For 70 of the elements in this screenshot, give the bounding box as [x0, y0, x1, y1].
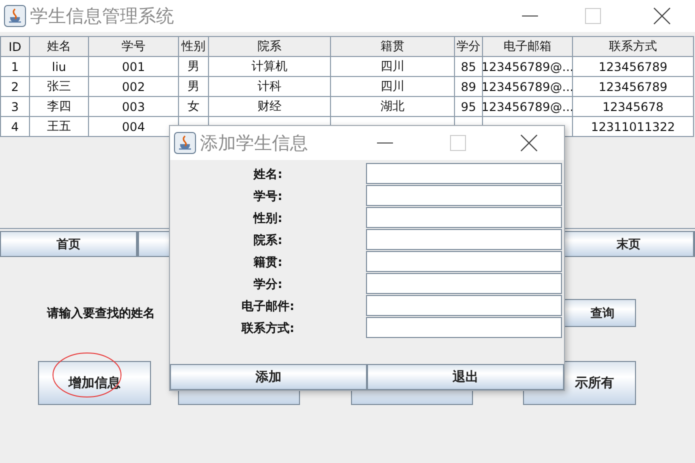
table-cell: 四川 [331, 57, 455, 77]
table-cell: 王五 [30, 117, 89, 137]
column-header[interactable]: 籍贯 [331, 37, 455, 57]
column-header[interactable]: ID [1, 37, 30, 57]
table-cell: 四川 [331, 77, 455, 97]
table-cell: 95 [455, 97, 483, 117]
cup-icon [4, 5, 26, 27]
dialog-button[interactable]: 退出 [367, 364, 564, 390]
minimize-icon [521, 15, 539, 17]
table-cell: 123456789 [573, 57, 694, 77]
table-cell: 12345678 [573, 97, 694, 117]
input-field[interactable] [366, 317, 562, 338]
table-cell: liu [30, 57, 89, 77]
input-field[interactable] [366, 273, 562, 294]
table-cell: 123456789@... [483, 77, 573, 97]
table-cell: 2 [1, 77, 30, 97]
nav-button[interactable]: 末页 [563, 231, 695, 257]
table-cell: 123456789 [573, 77, 694, 97]
table-cell: 财经 [209, 97, 331, 117]
nav-button[interactable]: 首页 [0, 231, 138, 257]
table-cell: 123456789@... [483, 97, 573, 117]
input-field[interactable] [366, 251, 562, 272]
table-cell: 89 [455, 77, 483, 97]
table-cell: 003 [89, 97, 179, 117]
column-header[interactable]: 电子邮箱 [483, 37, 573, 57]
table-cell: 123456789@... [483, 57, 573, 77]
column-header[interactable]: 学号 [89, 37, 179, 57]
table-cell: 男 [179, 77, 209, 97]
dialog-title: 添加学生信息 [200, 132, 308, 155]
table-cell: 男 [179, 57, 209, 77]
close-icon [520, 134, 538, 152]
field-label: 联系方式: [242, 320, 294, 336]
window-title: 学生信息管理系统 [30, 5, 174, 28]
input-field[interactable] [366, 185, 562, 206]
close-icon [653, 7, 671, 25]
table-cell: 计算机 [209, 57, 331, 77]
maximize-icon [450, 135, 466, 151]
table-cell: 002 [89, 77, 179, 97]
table-cell: 001 [89, 57, 179, 77]
column-header[interactable]: 姓名 [30, 37, 89, 57]
dialog-button[interactable]: 添加 [170, 364, 367, 390]
column-header[interactable]: 院系 [209, 37, 331, 57]
table-cell: 85 [455, 57, 483, 77]
field-label: 学分: [254, 276, 282, 292]
input-field[interactable] [366, 163, 562, 184]
input-field[interactable] [366, 295, 562, 316]
maximize-icon [585, 8, 601, 24]
table-cell: 12311011322 [573, 117, 694, 137]
table-cell: 张三 [30, 77, 89, 97]
field-label: 籍贯: [254, 254, 282, 270]
table-cell: 李四 [30, 97, 89, 117]
table-cell: 女 [179, 97, 209, 117]
field-label: 院系: [254, 232, 282, 248]
column-header[interactable]: 性别 [179, 37, 209, 57]
table-cell: 4 [1, 117, 30, 137]
table-cell: 计科 [209, 77, 331, 97]
table-cell: 1 [1, 57, 30, 77]
field-label: 姓名: [254, 166, 282, 182]
column-header[interactable]: 学分 [455, 37, 483, 57]
field-label: 电子邮件: [242, 298, 294, 314]
input-field[interactable] [366, 229, 562, 250]
input-field[interactable] [366, 207, 562, 228]
cup-icon [174, 132, 196, 154]
column-header[interactable]: 联系方式 [573, 37, 694, 57]
field-label: 性别: [254, 210, 282, 226]
table-cell: 湖北 [331, 97, 455, 117]
search-label: 请输入要查找的姓名 [47, 304, 155, 322]
table-cell: 3 [1, 97, 30, 117]
field-label: 学号: [254, 188, 282, 204]
minimize-icon [376, 142, 394, 144]
